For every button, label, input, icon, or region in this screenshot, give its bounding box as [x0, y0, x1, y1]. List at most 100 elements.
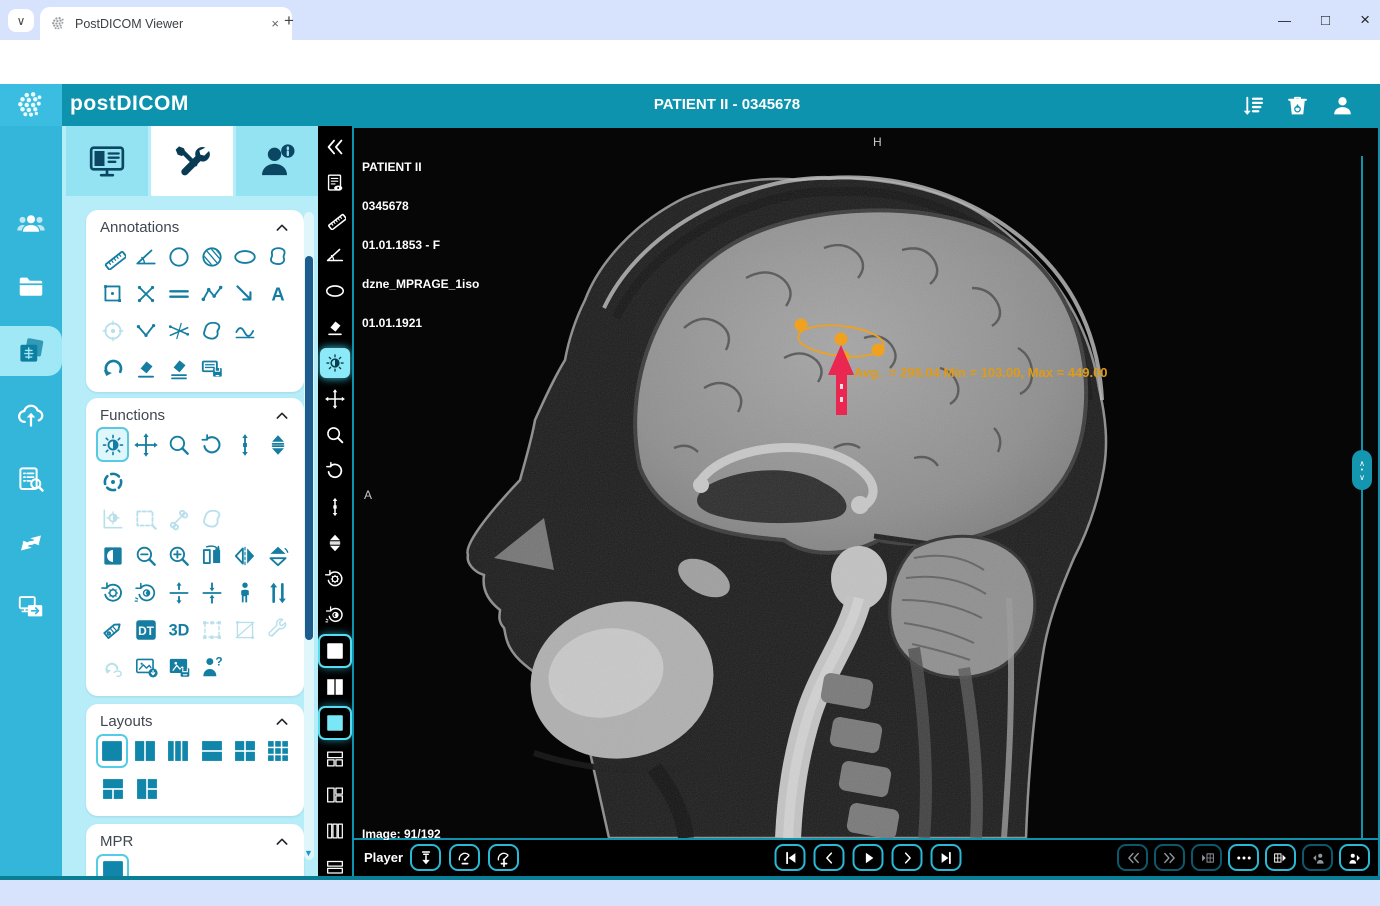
player-next-patient-button[interactable] — [1339, 844, 1370, 871]
player-rewind-button[interactable] — [1117, 844, 1148, 871]
sidebar-share-monitor-button[interactable] — [0, 582, 62, 632]
scroll-down-icon[interactable]: ▼ — [304, 848, 313, 858]
function-rotate-button[interactable] — [195, 427, 228, 462]
toolbar-window-level-button[interactable] — [320, 348, 350, 378]
function-export-image-button[interactable] — [129, 649, 162, 684]
toolbar-magnify-button[interactable] — [320, 420, 350, 450]
toolbar-layout-current-button[interactable] — [320, 708, 350, 738]
toolbar-vertical-scroll-button[interactable] — [320, 492, 350, 522]
annotation-erase-all-button[interactable] — [162, 350, 195, 385]
player-speed-up-button[interactable] — [488, 844, 519, 871]
function-window-level-button[interactable] — [96, 427, 129, 462]
toolbar-ruler-button[interactable] — [320, 204, 350, 234]
sidebar-upload-button[interactable] — [0, 390, 62, 440]
annotation-shaded-circle-button[interactable] — [195, 239, 228, 274]
annotation-erase-button[interactable] — [129, 350, 162, 385]
player-first-image-button[interactable] — [775, 844, 806, 871]
function-pan-button[interactable] — [129, 427, 162, 462]
window-close-button[interactable]: × — [1360, 10, 1370, 30]
header-account-button[interactable] — [1328, 91, 1356, 119]
header-sort-order-button[interactable] — [1238, 91, 1266, 119]
sidebar-folders-button[interactable] — [0, 262, 62, 312]
function-expand-vertical-button[interactable] — [162, 575, 195, 610]
new-tab-button[interactable]: + — [284, 11, 294, 31]
toolbar-reset-rotation-button[interactable] — [320, 564, 350, 594]
function-three-d-button[interactable]: 3D — [162, 612, 195, 647]
annotation-undo-button[interactable] — [96, 350, 129, 385]
function-stack-scroll-button[interactable] — [261, 427, 294, 462]
sidebar-transfer-button[interactable] — [0, 518, 62, 568]
toolbar-collapse-panel-button[interactable] — [320, 132, 350, 162]
sidebar-studies-button[interactable] — [0, 326, 62, 376]
panel-scrollbar-thumb[interactable] — [305, 256, 313, 640]
mpr-mpr-axial-button[interactable] — [96, 854, 129, 876]
player-more-options-button[interactable] — [1228, 844, 1259, 871]
panel-tab-tools-tab-button[interactable] — [151, 126, 236, 196]
image-viewport[interactable]: PATIENT II 0345678 01.01.1853 - F dzne_M… — [352, 126, 1380, 840]
toolbar-layout-2col-button[interactable] — [320, 672, 350, 702]
player-last-image-button[interactable] — [931, 844, 962, 871]
function-flip-horizontal-button[interactable] — [228, 538, 261, 573]
function-reset-rotation-button[interactable] — [96, 575, 129, 610]
player-next-image-button[interactable] — [892, 844, 923, 871]
annotation-arrow-button[interactable] — [228, 276, 261, 311]
function-selection-button[interactable] — [195, 612, 228, 647]
toolbar-reset-window-button[interactable] — [320, 600, 350, 630]
toolbar-report-preview-button[interactable] — [320, 168, 350, 198]
function-roi-window-button[interactable] — [129, 501, 162, 536]
annotation-ellipse-button[interactable] — [228, 239, 261, 274]
header-recycle-bin-button[interactable] — [1283, 91, 1311, 119]
layout-layout-3x3-button[interactable] — [262, 734, 294, 768]
annotation-text-button[interactable]: A — [261, 276, 294, 311]
window-minimize-button[interactable]: — — [1278, 13, 1291, 28]
function-flip-page-button[interactable] — [195, 538, 228, 573]
toolbar-rotate-button[interactable] — [320, 456, 350, 486]
toolbar-ellipse-button[interactable] — [320, 276, 350, 306]
annotation-cross-lines-button[interactable] — [129, 276, 162, 311]
function-flip-vertical-button[interactable] — [261, 538, 294, 573]
sidebar-patients-button[interactable] — [0, 198, 62, 248]
player-previous-series-button[interactable] — [1191, 844, 1222, 871]
toolbar-layout-3col-button[interactable] — [320, 816, 350, 846]
toolbar-layout-1x1-button[interactable] — [320, 636, 350, 666]
toolbar-pan-button[interactable] — [320, 384, 350, 414]
annotation-closed-freehand-button[interactable] — [195, 313, 228, 348]
panel-tab-viewer-tab-button[interactable] — [66, 126, 151, 196]
toolbar-angle-button[interactable] — [320, 240, 350, 270]
layout-layout-3col-button[interactable] — [162, 734, 194, 768]
function-reset-region-button[interactable] — [96, 649, 129, 684]
player-cine-export-button[interactable] — [410, 844, 441, 871]
player-next-series-button[interactable] — [1265, 844, 1296, 871]
player-speed-down-button[interactable] — [449, 844, 480, 871]
annotation-angle-button[interactable] — [129, 239, 162, 274]
function-adjust-button[interactable] — [261, 612, 294, 647]
player-play-button[interactable] — [853, 844, 884, 871]
annotation-freehand-button[interactable] — [261, 239, 294, 274]
annotation-save-annotations-button[interactable] — [195, 350, 228, 385]
function-vertical-scroll-button[interactable] — [228, 427, 261, 462]
collapse-layouts-icon[interactable] — [274, 714, 290, 730]
collapse-annotations-icon[interactable] — [274, 220, 290, 236]
annotation-open-angle-button[interactable] — [129, 313, 162, 348]
app-logo[interactable] — [0, 84, 62, 126]
image-scroll-handle[interactable]: ∧•∨ — [1352, 450, 1372, 490]
function-region-window-button[interactable] — [195, 501, 228, 536]
window-maximize-button[interactable]: □ — [1321, 12, 1330, 29]
toolbar-layout-rows-button[interactable] — [320, 852, 350, 876]
image-scroll-track[interactable] — [1361, 156, 1363, 838]
layout-layout-2col-button[interactable] — [129, 734, 161, 768]
function-anonymize-button[interactable]: ? — [195, 649, 228, 684]
function-dicom-tags-button[interactable]: DT — [129, 612, 162, 647]
toolbar-layout-1top-2bottom-button[interactable] — [320, 744, 350, 774]
collapse-functions-icon[interactable] — [274, 408, 290, 424]
panel-tab-patient-info-tab-button[interactable] — [236, 126, 318, 196]
tab-search-button[interactable]: ∨ — [8, 9, 34, 32]
panel-scrollbar[interactable]: ▼ — [304, 212, 314, 860]
function-collapse-vertical-button[interactable] — [195, 575, 228, 610]
annotation-circle-button[interactable] — [162, 239, 195, 274]
function-histogram-window-button[interactable] — [96, 501, 129, 536]
annotation-center-point-button[interactable] — [96, 313, 129, 348]
function-invert-button[interactable] — [96, 538, 129, 573]
toolbar-eraser-button[interactable] — [320, 312, 350, 342]
tab-close-icon[interactable]: × — [268, 16, 282, 31]
